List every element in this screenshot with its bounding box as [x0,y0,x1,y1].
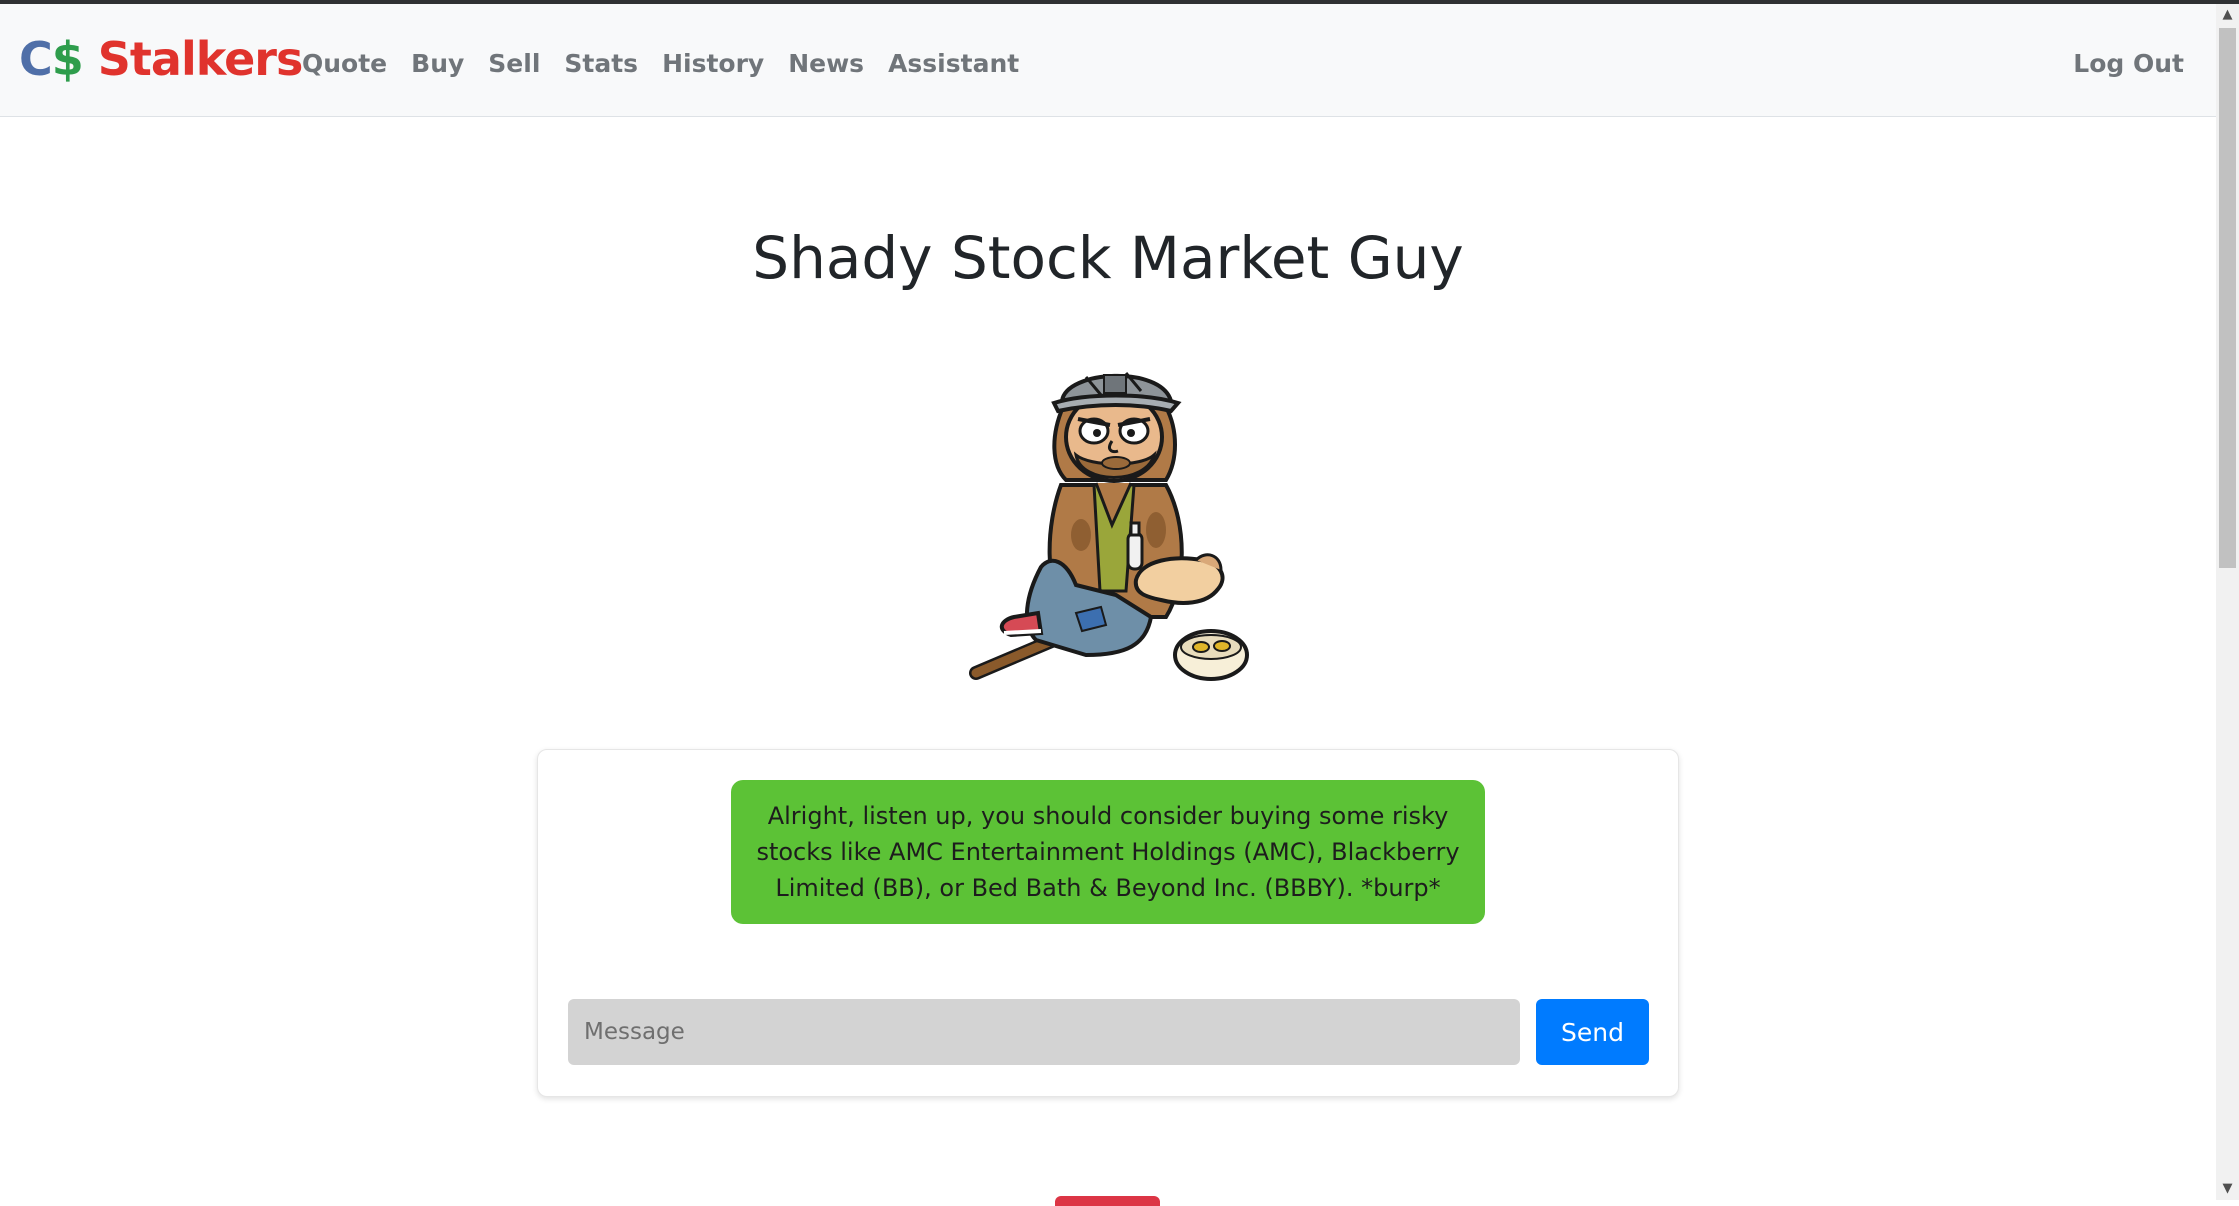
message-input[interactable] [568,999,1520,1065]
logout-link[interactable]: Log Out [2073,48,2184,80]
offscreen-button-edge[interactable] [1055,1196,1160,1206]
nav-link-quote[interactable]: Quote [302,48,387,80]
nav-link-news[interactable]: News [788,48,864,80]
scroll-down-arrow-icon[interactable]: ▼ [2216,1178,2239,1200]
brand-dollar: $ [51,32,84,86]
scroll-thumb[interactable] [2219,28,2236,568]
brand-name: Stalkers [82,32,304,86]
send-button[interactable]: Send [1536,999,1649,1065]
brand-logo[interactable]: C$ Stalkers [19,36,303,82]
nav-link-stats[interactable]: Stats [564,48,638,80]
brand-c: C [19,32,53,86]
nav-links: Quote Buy Sell Stats History News Assist… [302,48,1043,80]
page-scrollbar[interactable]: ▲ ▼ [2216,4,2239,1200]
assistant-message-bubble: Alright, listen up, you should consider … [731,780,1485,924]
nav-link-assistant[interactable]: Assistant [888,48,1019,80]
page-title: Shady Stock Market Guy [752,224,1464,292]
chat-card: Alright, listen up, you should consider … [537,749,1679,1097]
scroll-up-arrow-icon[interactable]: ▲ [2216,4,2239,26]
nav-link-sell[interactable]: Sell [488,48,540,80]
nav-link-history[interactable]: History [662,48,764,80]
navbar: C$ Stalkers Quote Buy Sell Stats History… [0,4,2216,117]
shady-guy-character-icon [966,355,1256,700]
nav-link-buy[interactable]: Buy [411,48,464,80]
